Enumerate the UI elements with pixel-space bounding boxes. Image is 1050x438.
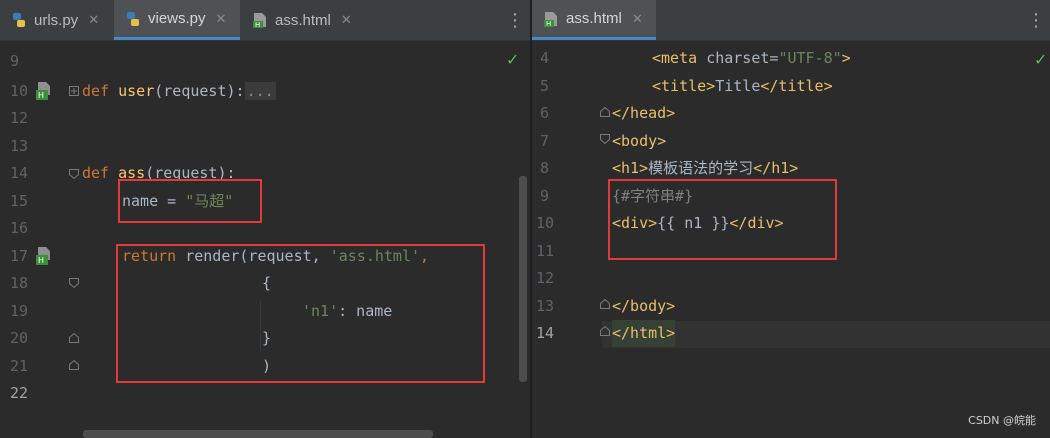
tab-ass-html[interactable]: H ass.html ✕ [532,0,656,40]
line-number: 8 [540,159,550,177]
horizontal-scrollbar[interactable] [83,430,433,438]
line-number: 15 [10,192,29,210]
line-number: 21 [10,357,29,375]
fold-end-icon[interactable] [600,107,610,117]
tab-label: ass.html [275,11,331,29]
html-tag: <meta [652,49,707,67]
close-icon[interactable]: ✕ [88,12,99,28]
tab-label: views.py [148,10,206,27]
fold-expand-icon[interactable] [69,86,79,96]
python-file-icon [126,11,140,27]
right-editor-pane: H ass.html ✕ ⋮ ✓ 4 5 6 7 8 9 10 11 12 13… [532,0,1050,438]
keyword: def [82,164,119,182]
html-tag: > [841,49,851,67]
left-tab-bar: urls.py ✕ views.py ✕ H ass.html ✕ ⋮ [0,0,530,41]
fold-collapse-icon[interactable] [600,134,610,144]
code-line[interactable]: <h1>模板语法的学习</h1> [612,155,798,182]
code-line[interactable]: </head> [612,100,675,127]
python-file-icon [12,12,26,28]
function-name: user [118,82,155,100]
code-text: (request): [154,82,245,100]
vertical-scrollbar[interactable] [519,176,527,382]
line-number: 4 [540,49,550,67]
html-tag: </h1> [753,159,799,177]
html-tag: <h1> [612,159,649,177]
code-line[interactable]: </body> [612,293,675,320]
line-number: 9 [10,52,20,70]
line-number: 9 [540,187,550,205]
inspection-ok-icon[interactable]: ✓ [1034,50,1047,69]
fold-collapse-icon[interactable] [69,169,79,179]
line-number: 11 [536,242,555,260]
right-tab-bar: H ass.html ✕ ⋮ [532,0,1050,41]
fold-collapse-icon[interactable] [69,278,79,288]
fold-end-icon[interactable] [69,333,79,343]
line-number: 18 [10,274,29,292]
left-editor-pane: urls.py ✕ views.py ✕ H ass.html ✕ ⋮ ✓ 9 … [0,0,530,438]
svg-text:H: H [38,91,44,100]
watermark: CSDN @皖能 [968,414,1036,427]
tab-urls-py[interactable]: urls.py ✕ [0,0,113,40]
line-number: 16 [10,219,29,237]
line-number-current: 14 [536,324,555,342]
code-line[interactable]: <meta charset="UTF-8"> [652,45,851,72]
html-file-icon: H [253,12,267,29]
tab-label: urls.py [34,11,79,29]
navigate-to-template-icon[interactable]: H [36,82,50,100]
svg-text:H: H [38,256,44,265]
code-line[interactable]: def user(request):... [82,78,276,105]
line-number: 14 [10,164,29,182]
close-icon[interactable]: ✕ [341,12,352,28]
attribute-name: charset= [706,49,779,67]
highlight-box [118,179,262,223]
line-number: 5 [540,77,550,95]
folded-region[interactable]: ... [244,82,276,100]
svg-text:H: H [255,21,260,28]
fold-end-icon[interactable] [69,360,79,370]
line-number: 12 [10,109,29,127]
code-text: 模板语法的学习 [648,159,754,177]
close-icon[interactable]: ✕ [632,11,643,27]
attribute-value: "UTF-8" [778,49,842,67]
line-number: 20 [10,329,29,347]
line-number: 7 [540,132,550,150]
code-line[interactable]: </html> [612,320,676,347]
html-tag: <title> [652,77,716,95]
close-icon[interactable]: ✕ [216,11,227,27]
fold-end-icon[interactable] [600,326,610,336]
highlight-box [608,179,837,260]
line-number: 12 [536,269,555,287]
line-number-current: 22 [10,384,29,402]
line-number: 6 [540,104,550,122]
navigate-to-template-icon[interactable]: H [36,247,50,265]
highlight-box [116,244,485,383]
tab-label: ass.html [566,10,622,27]
html-file-icon: H [544,11,558,28]
line-number: 13 [536,297,555,315]
more-options-icon[interactable]: ⋮ [505,0,525,40]
fold-end-icon[interactable] [600,299,610,309]
line-number: 10 [536,214,555,232]
html-tag: </title> [760,77,833,95]
tab-ass-html[interactable]: H ass.html ✕ [241,0,359,40]
inspection-ok-icon[interactable]: ✓ [506,50,519,69]
code-line[interactable]: <body> [612,128,666,155]
keyword: def [82,82,119,100]
line-number: 13 [10,137,29,155]
code-text: Title [715,77,761,95]
tab-views-py[interactable]: views.py ✕ [114,0,240,40]
line-number: 10 [10,82,29,100]
line-number: 19 [10,302,29,320]
code-line[interactable]: <title>Title</title> [652,73,833,100]
svg-text:H: H [546,20,551,27]
line-number: 17 [10,247,29,265]
more-options-icon[interactable]: ⋮ [1026,0,1046,40]
